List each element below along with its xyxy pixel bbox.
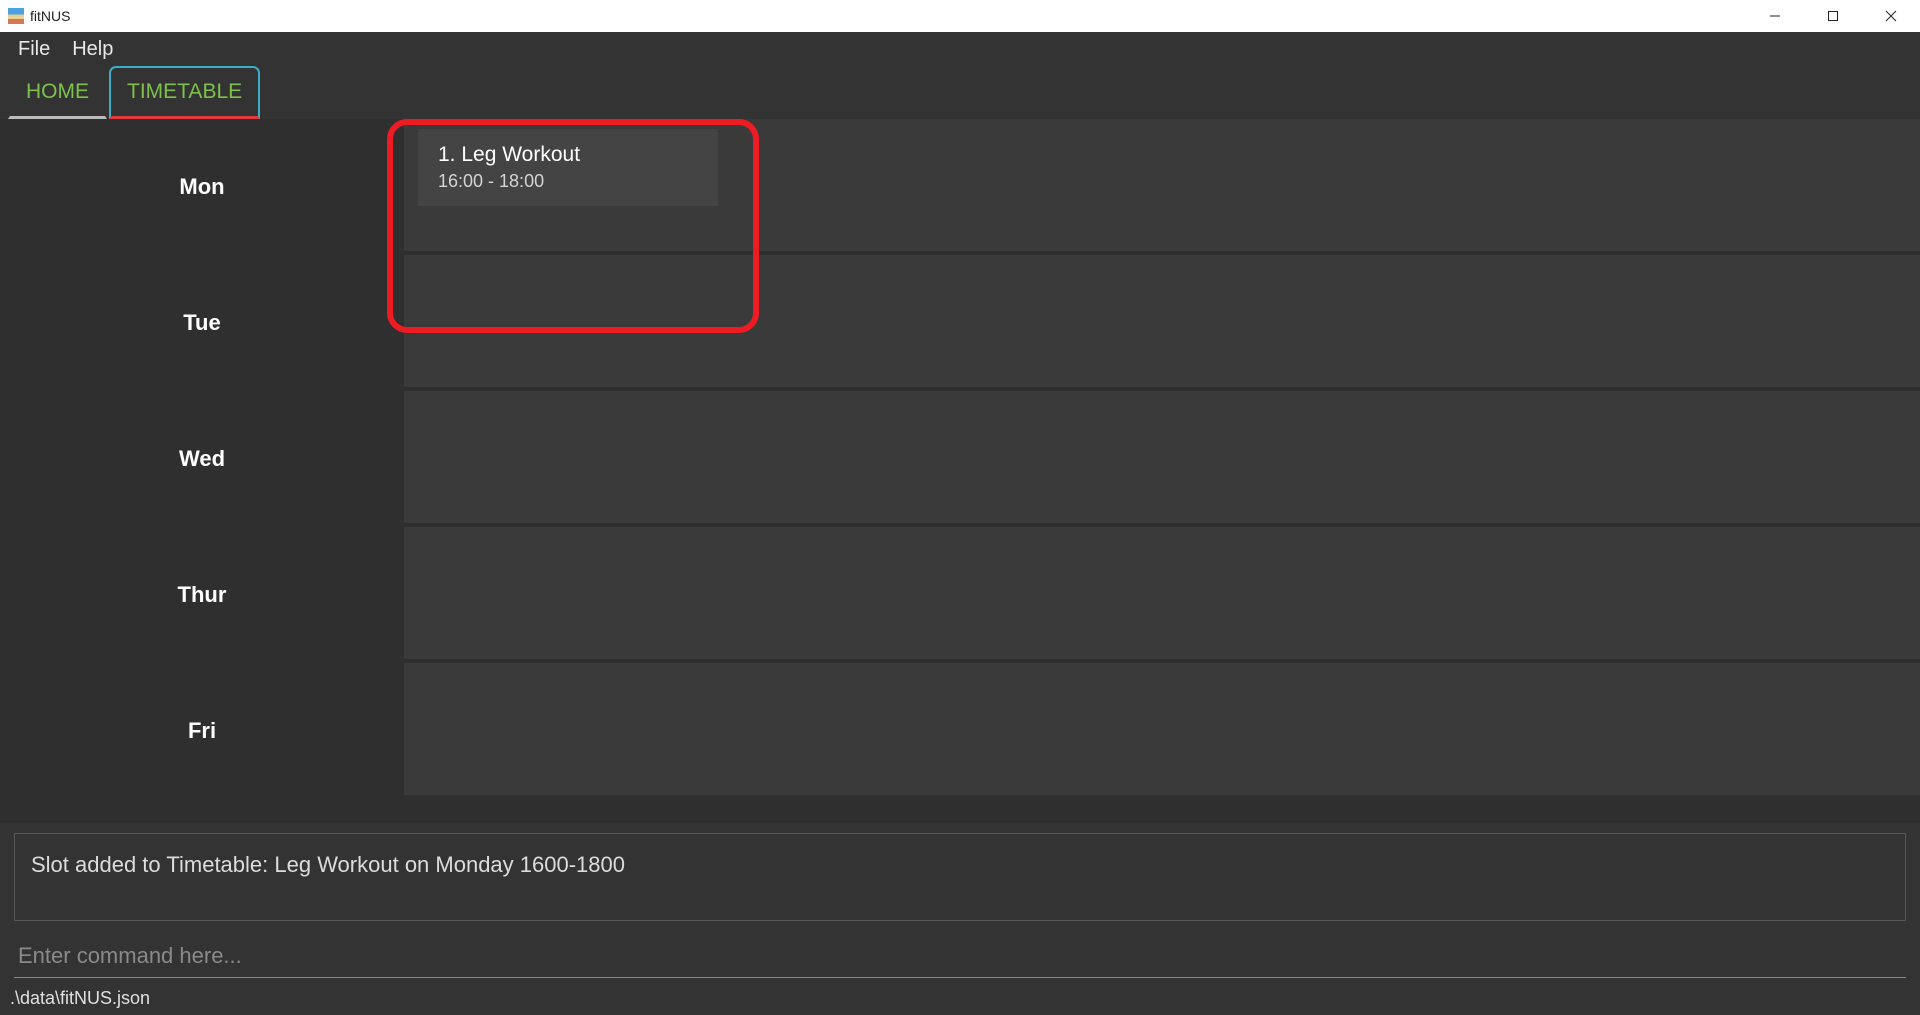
close-button[interactable]: [1862, 0, 1920, 32]
slot-row-mon: 1. Leg Workout 16:00 - 18:00: [404, 119, 1920, 255]
event-title: 1. Leg Workout: [438, 143, 698, 167]
day-label-fri: Fri: [188, 718, 216, 744]
status-message: Slot added to Timetable: Leg Workout on …: [31, 852, 625, 877]
day-row-thur: Thur: [0, 527, 404, 663]
menu-help[interactable]: Help: [72, 38, 113, 61]
command-input[interactable]: [14, 935, 1906, 978]
day-label-tue: Tue: [183, 310, 220, 336]
main-content: Mon Tue Wed Thur Fri 1. Leg Wor: [0, 119, 1920, 823]
menubar: File Help: [0, 32, 1920, 66]
timetable-view: Mon Tue Wed Thur Fri 1. Leg Wor: [0, 119, 1920, 823]
maximize-button[interactable]: [1804, 0, 1862, 32]
footer-path: .\data\fitNUS.json: [0, 984, 1920, 1015]
slot-row-fri: [404, 663, 1920, 799]
tabs: HOME TIMETABLE: [0, 66, 1920, 119]
app-icon: [8, 8, 24, 24]
app-body: File Help HOME TIMETABLE Mon Tue Wed Thu…: [0, 32, 1920, 1015]
tab-home[interactable]: HOME: [8, 66, 107, 119]
tab-timetable[interactable]: TIMETABLE: [109, 66, 260, 119]
menu-file[interactable]: File: [18, 38, 50, 61]
event-time: 16:00 - 18:00: [438, 171, 698, 192]
day-column: Mon Tue Wed Thur Fri: [0, 119, 404, 823]
window-controls: [1746, 0, 1920, 32]
day-row-fri: Fri: [0, 663, 404, 799]
slot-row-wed: [404, 391, 1920, 527]
day-row-mon: Mon: [0, 119, 404, 255]
slots-column: 1. Leg Workout 16:00 - 18:00: [404, 119, 1920, 823]
minimize-button[interactable]: [1746, 0, 1804, 32]
slot-row-thur: [404, 527, 1920, 663]
event-card[interactable]: 1. Leg Workout 16:00 - 18:00: [418, 129, 718, 206]
titlebar-left: fitNUS: [8, 8, 70, 24]
day-label-wed: Wed: [179, 446, 225, 472]
day-label-mon: Mon: [179, 174, 224, 200]
command-input-wrap: [0, 927, 1920, 984]
day-label-thur: Thur: [178, 582, 227, 608]
window-titlebar: fitNUS: [0, 0, 1920, 32]
status-message-box: Slot added to Timetable: Leg Workout on …: [14, 833, 1906, 921]
slot-row-tue: [404, 255, 1920, 391]
window-title: fitNUS: [30, 8, 70, 24]
day-row-tue: Tue: [0, 255, 404, 391]
day-row-wed: Wed: [0, 391, 404, 527]
